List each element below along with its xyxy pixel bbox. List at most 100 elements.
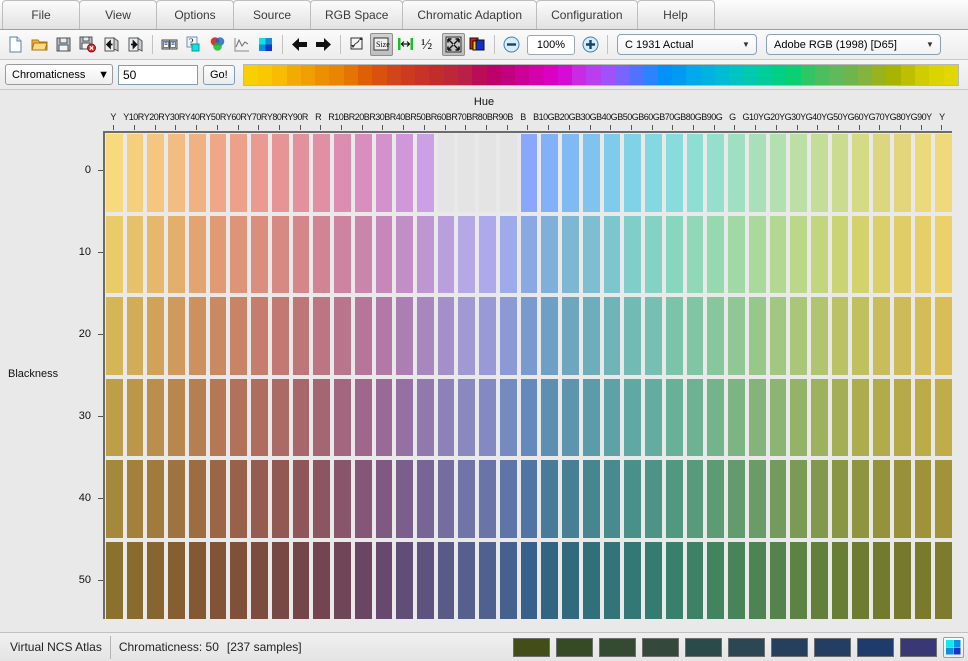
hue-strip-cell[interactable]	[843, 64, 858, 85]
help-query-icon[interactable]: ?	[182, 33, 205, 56]
grid-cell-sample[interactable]	[168, 460, 185, 538]
grid-cell-sample[interactable]	[873, 215, 890, 293]
grid-cell-sample[interactable]	[396, 134, 414, 212]
grid-cell-sample[interactable]	[354, 215, 372, 293]
grid-cell-sample[interactable]	[728, 460, 745, 538]
grid-cell-sample[interactable]	[251, 215, 268, 293]
hue-strip-cell[interactable]	[772, 64, 787, 85]
grid-cell-sample[interactable]	[209, 541, 227, 619]
grid-cell-sample[interactable]	[375, 134, 393, 212]
grid-cell-sample[interactable]	[893, 215, 911, 293]
grid-cell-sample[interactable]	[168, 541, 185, 619]
grid-cell-sample[interactable]	[147, 541, 165, 619]
grid-cell-sample[interactable]	[375, 378, 393, 456]
grid-cell-sample[interactable]	[624, 541, 642, 619]
grid-cell-sample[interactable]	[728, 297, 745, 375]
hue-strip-cell[interactable]	[715, 64, 730, 85]
color-swatch[interactable]	[685, 637, 722, 657]
grid-cell-sample[interactable]	[499, 297, 517, 375]
menu-chromatic-adaption[interactable]: Chromatic Adaption	[402, 0, 538, 29]
hue-strip-cell[interactable]	[743, 64, 758, 85]
grid-cell-sample[interactable]	[893, 134, 911, 212]
hue-strip-cell[interactable]	[686, 64, 701, 85]
hue-strip-cell[interactable]	[486, 64, 501, 85]
grid-cell-sample[interactable]	[271, 215, 289, 293]
grid-cell-sample[interactable]	[375, 215, 393, 293]
menu-configuration[interactable]: Configuration	[536, 0, 638, 29]
grid-cell-sample[interactable]	[914, 134, 932, 212]
grid-cell-sample[interactable]	[292, 378, 310, 456]
grid-cell-sample[interactable]	[106, 460, 123, 538]
save-delete-icon[interactable]	[76, 33, 99, 56]
grid-cell-sample[interactable]	[541, 541, 559, 619]
grid-cell-sample[interactable]	[230, 134, 248, 212]
recent-color-swatches[interactable]	[513, 637, 943, 657]
grid-cell-sample[interactable]	[251, 460, 268, 538]
grid-cell-sample[interactable]	[251, 541, 268, 619]
grid-cell-sample[interactable]	[126, 134, 144, 212]
grid-cell-sample[interactable]	[479, 460, 496, 538]
grid-cell-sample[interactable]	[354, 378, 372, 456]
grid-cell-sample[interactable]	[230, 541, 248, 619]
grid-cell-sample[interactable]	[375, 297, 393, 375]
color-swatch[interactable]	[513, 637, 550, 657]
grid-cell-sample[interactable]	[499, 460, 517, 538]
grid-cell-sample[interactable]	[354, 541, 372, 619]
hue-strip-cell[interactable]	[286, 64, 301, 85]
hue-strip-cell[interactable]	[829, 64, 844, 85]
grid-cell-sample[interactable]	[313, 378, 331, 456]
grid-cell-sample[interactable]	[645, 297, 662, 375]
grid-cell-sample[interactable]	[873, 297, 890, 375]
grid-cell-sample[interactable]	[645, 215, 662, 293]
hue-strip-cell[interactable]	[515, 64, 530, 85]
grid-cell-sample[interactable]	[458, 378, 476, 456]
zoom-level-field[interactable]: 100%	[527, 34, 575, 55]
grid-cell-sample[interactable]	[106, 378, 123, 456]
grid-cell-sample[interactable]	[686, 134, 704, 212]
grid-cell-sample[interactable]	[396, 460, 414, 538]
grid-cell-sample[interactable]	[417, 378, 434, 456]
grid-cell-sample[interactable]	[541, 134, 559, 212]
grid-cell-sample[interactable]	[769, 378, 787, 456]
grid-cell-sample[interactable]	[914, 541, 932, 619]
new-document-icon[interactable]	[4, 33, 27, 56]
grid-cell-sample[interactable]	[562, 541, 579, 619]
grid-cell-sample[interactable]	[292, 541, 310, 619]
grid-cell-sample[interactable]	[479, 297, 496, 375]
grid-cell-sample[interactable]	[645, 541, 662, 619]
grid-cell-sample[interactable]	[334, 460, 351, 538]
hue-strip-cell[interactable]	[672, 64, 687, 85]
grid-cell-sample[interactable]	[520, 378, 538, 456]
grid-cell-sample[interactable]	[603, 215, 621, 293]
grid-cell-sample[interactable]	[603, 541, 621, 619]
hue-strip-cell[interactable]	[700, 64, 716, 85]
grid-cell-sample[interactable]	[271, 134, 289, 212]
grid-cell-sample[interactable]	[728, 215, 745, 293]
hue-strip-cell[interactable]	[657, 64, 673, 85]
grid-cell-sample[interactable]	[520, 460, 538, 538]
hue-strip-cell[interactable]	[386, 64, 401, 85]
palette-icon[interactable]	[943, 636, 964, 658]
grid-cell-sample[interactable]	[437, 541, 455, 619]
hue-strip-cell[interactable]	[872, 64, 887, 85]
grid-cell-sample[interactable]	[188, 297, 206, 375]
grid-cell-sample[interactable]	[728, 541, 745, 619]
hue-strip-cell[interactable]	[729, 64, 744, 85]
grid-cell-sample[interactable]	[126, 541, 144, 619]
grid-cell-sample[interactable]	[251, 297, 268, 375]
grid-cell-sample[interactable]	[354, 134, 372, 212]
grid-cell-sample[interactable]	[271, 378, 289, 456]
grid-cell-sample[interactable]	[188, 134, 206, 212]
actual-size-icon[interactable]: Size	[370, 33, 393, 56]
chromaticness-input[interactable]: 50	[118, 64, 198, 85]
grid-cell-sample[interactable]	[914, 460, 932, 538]
grid-cell-sample[interactable]	[313, 134, 331, 212]
grid-cell-sample[interactable]	[168, 215, 185, 293]
grid-cell-sample[interactable]	[168, 297, 185, 375]
grid-cell-sample[interactable]	[313, 215, 331, 293]
grid-cell-sample[interactable]	[873, 378, 890, 456]
grid-cell-sample[interactable]	[313, 541, 331, 619]
hue-strip-cell[interactable]	[400, 64, 416, 85]
grid-cell-sample[interactable]	[748, 541, 766, 619]
grid-cell-sample[interactable]	[541, 378, 559, 456]
